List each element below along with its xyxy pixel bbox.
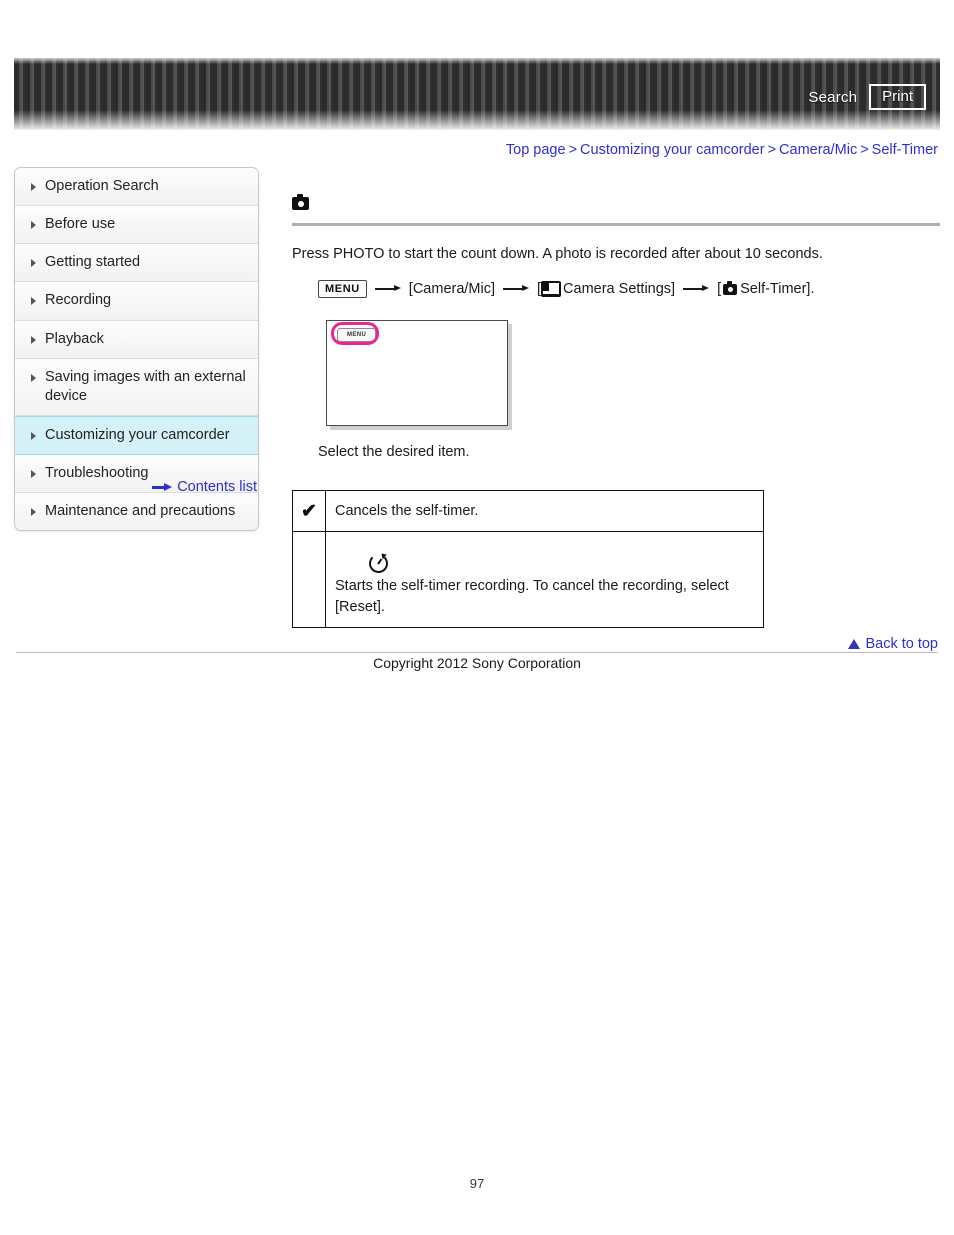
lead-text: Press PHOTO to start the count down. A p…: [292, 246, 823, 262]
arrow-right-icon: [374, 284, 401, 294]
sidebar-item-operation-search[interactable]: Operation Search: [15, 168, 258, 207]
breadcrumb-item-self-timer: Self-Timer: [871, 142, 938, 158]
contents-list-link[interactable]: Contents list: [177, 479, 257, 495]
menu-path-step-camera-mic: [Camera/Mic]: [408, 281, 496, 298]
breadcrumb: Top page > Customizing your camcorder > Came…: [506, 142, 938, 158]
table-cell-description: Starts the self-timer recording. To canc…: [325, 531, 764, 629]
search-link[interactable]: Search: [808, 89, 857, 106]
sidebar-navigation: Operation Search Before use Getting star…: [14, 167, 259, 532]
triangle-right-icon: [31, 297, 36, 306]
copyright-text: Copyright 2012 Sony Corporation: [373, 655, 581, 671]
main-content: Press PHOTO to start the count down. A p…: [292, 190, 940, 629]
back-to-top-row: Back to top: [848, 636, 938, 652]
arrow-right-icon: [503, 284, 530, 294]
breadcrumb-item-top-page[interactable]: Top page: [506, 142, 566, 158]
sidebar-item-playback[interactable]: Playback: [15, 320, 258, 359]
menu-path: MENU [Camera/Mic] [ Camera Settings] [ S…: [318, 280, 940, 299]
breadcrumb-item-customizing-your-camcorder[interactable]: Customizing your camcorder: [580, 142, 765, 158]
back-to-top-link[interactable]: Back to top: [865, 636, 938, 652]
sidebar-item-getting-started[interactable]: Getting started: [15, 244, 258, 283]
menu-button-chip[interactable]: MENU: [318, 280, 367, 299]
menu-path-step-self-timer: Self-Timer].: [740, 281, 815, 298]
sidebar-item-recording[interactable]: Recording: [15, 282, 258, 321]
triangle-right-icon: [31, 335, 36, 344]
table-row: Starts the self-timer recording. To canc…: [292, 531, 764, 629]
sidebar-item-label: Getting started: [45, 254, 141, 271]
page-number: 97: [469, 1176, 485, 1191]
table-row: ✔ Cancels the self-timer.: [292, 490, 764, 533]
menu-path-step-camera-settings: Camera Settings]: [563, 281, 676, 298]
header-banner: Search Print: [14, 58, 940, 130]
breadcrumb-item-camera-mic[interactable]: Camera/Mic: [779, 142, 857, 158]
photo-camera-icon: [292, 193, 309, 210]
breadcrumb-separator: >: [767, 142, 777, 158]
check-icon: ✔: [301, 500, 317, 522]
table-cell-check: ✔: [292, 490, 326, 533]
photo-camera-icon: [723, 281, 738, 295]
monitor-icon: [541, 281, 562, 298]
triangle-right-icon: [31, 508, 36, 517]
select-instruction-text: Select the desired item.: [318, 444, 470, 461]
triangle-right-icon: [31, 431, 36, 440]
arrow-right-icon: [152, 482, 173, 492]
screen-menu-button[interactable]: MENU: [337, 328, 377, 343]
triangle-right-icon: [31, 373, 36, 382]
breadcrumb-separator: >: [860, 142, 869, 158]
arrow-right-icon: [683, 284, 710, 294]
title-divider: [292, 223, 940, 226]
sidebar-item-label: Playback: [45, 330, 104, 347]
sidebar-item-label: Operation Search: [45, 178, 159, 194]
sidebar-item-maintenance-and-precautions[interactable]: Maintenance and precautions: [15, 493, 258, 531]
breadcrumb-separator: >: [568, 142, 578, 158]
triangle-up-icon: [848, 639, 861, 649]
contents-list-row: Contents list: [14, 479, 257, 495]
triangle-right-icon: [31, 221, 36, 230]
triangle-right-icon: [31, 259, 36, 268]
options-table: ✔ Cancels the self-timer. Starts the sel…: [292, 490, 764, 629]
screen-illustration: MENU: [326, 320, 508, 427]
print-button[interactable]: Print: [869, 84, 926, 111]
triangle-right-icon: [31, 470, 36, 478]
header-actions: Search Print: [808, 84, 926, 111]
table-cell-description-text: Starts the self-timer recording. To canc…: [335, 578, 729, 616]
self-timer-icon: [369, 554, 388, 574]
sidebar-item-customizing-your-camcorder[interactable]: Customizing your camcorder: [15, 415, 258, 455]
sidebar-item-label: Customizing your camcorder: [45, 426, 230, 443]
sidebar-item-label: Maintenance and precautions: [45, 503, 236, 520]
sidebar-item-label: Recording: [45, 292, 112, 309]
footer-divider: [16, 652, 938, 653]
self-timer-icon-wrap: [335, 554, 754, 574]
table-cell-check: [292, 531, 326, 629]
page-title-icon-row: [292, 190, 940, 216]
table-cell-description: Cancels the self-timer.: [325, 490, 764, 533]
sidebar-item-before-use[interactable]: Before use: [15, 206, 258, 245]
sidebar-item-saving-images-with-an-external-device[interactable]: Saving images with an external device: [15, 358, 258, 416]
sidebar-item-label: Before use: [45, 216, 116, 233]
sidebar-item-label: Saving images with an external device: [45, 368, 246, 404]
triangle-right-icon: [31, 183, 36, 191]
menu-path-bracket-open: [: [717, 281, 722, 298]
